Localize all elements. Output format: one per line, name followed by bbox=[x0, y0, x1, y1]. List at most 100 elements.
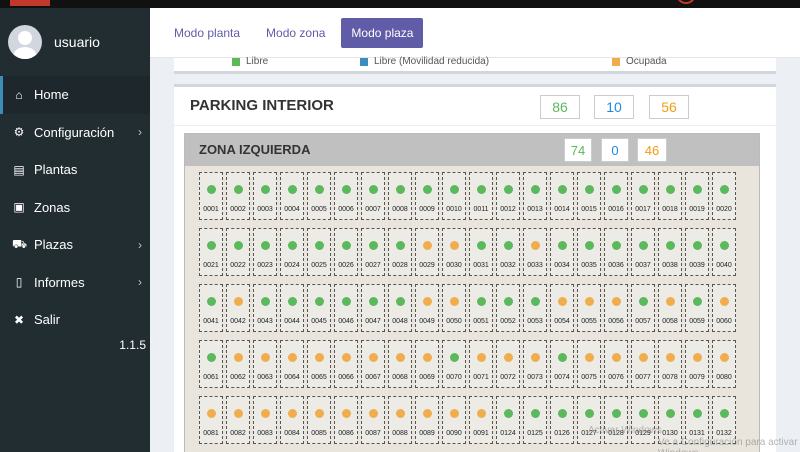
parking-spot[interactable]: 0081 bbox=[199, 396, 223, 444]
parking-spot[interactable]: 0079 bbox=[685, 340, 709, 388]
parking-spot[interactable]: 0059 bbox=[685, 284, 709, 332]
sidebar-item-salir[interactable]: ✖ Salir bbox=[0, 301, 150, 339]
parking-spot[interactable]: 0066 bbox=[334, 340, 358, 388]
parking-spot[interactable]: 0047 bbox=[361, 284, 385, 332]
parking-spot[interactable]: 0129 bbox=[631, 396, 655, 444]
parking-spot[interactable]: 0018 bbox=[658, 172, 682, 220]
parking-spot[interactable]: 0048 bbox=[388, 284, 412, 332]
parking-spot[interactable]: 0043 bbox=[253, 284, 277, 332]
parking-spot[interactable]: 0029 bbox=[415, 228, 439, 276]
parking-spot[interactable]: 0077 bbox=[631, 340, 655, 388]
parking-spot[interactable]: 0062 bbox=[226, 340, 250, 388]
parking-spot[interactable]: 0046 bbox=[334, 284, 358, 332]
parking-spot[interactable]: 0127 bbox=[577, 396, 601, 444]
parking-spot[interactable]: 0054 bbox=[550, 284, 574, 332]
parking-spot[interactable]: 0009 bbox=[415, 172, 439, 220]
parking-spot[interactable]: 0045 bbox=[307, 284, 331, 332]
parking-spot[interactable]: 0004 bbox=[280, 172, 304, 220]
parking-spot[interactable]: 0069 bbox=[415, 340, 439, 388]
parking-spot[interactable]: 0060 bbox=[712, 284, 736, 332]
parking-spot[interactable]: 0049 bbox=[415, 284, 439, 332]
sidebar-item-plantas[interactable]: ▤ Plantas bbox=[0, 151, 150, 189]
parking-spot[interactable]: 0002 bbox=[226, 172, 250, 220]
parking-spot[interactable]: 0037 bbox=[631, 228, 655, 276]
sidebar-item-zonas[interactable]: ▣ Zonas bbox=[0, 189, 150, 227]
parking-spot[interactable]: 0035 bbox=[577, 228, 601, 276]
parking-spot[interactable]: 0128 bbox=[604, 396, 628, 444]
parking-spot[interactable]: 0016 bbox=[604, 172, 628, 220]
parking-spot[interactable]: 0064 bbox=[280, 340, 304, 388]
parking-spot[interactable]: 0025 bbox=[307, 228, 331, 276]
parking-spot[interactable]: 0044 bbox=[280, 284, 304, 332]
parking-spot[interactable]: 0082 bbox=[226, 396, 250, 444]
parking-spot[interactable]: 0124 bbox=[496, 396, 520, 444]
parking-spot[interactable]: 0067 bbox=[361, 340, 385, 388]
tab-modo-planta[interactable]: Modo planta bbox=[164, 18, 250, 48]
parking-spot[interactable]: 0021 bbox=[199, 228, 223, 276]
parking-spot[interactable]: 0006 bbox=[334, 172, 358, 220]
sidebar-item-informes[interactable]: ▯ Informes › bbox=[0, 264, 150, 302]
parking-spot[interactable]: 0026 bbox=[334, 228, 358, 276]
parking-spot[interactable]: 0017 bbox=[631, 172, 655, 220]
parking-spot[interactable]: 0075 bbox=[577, 340, 601, 388]
parking-spot[interactable]: 0034 bbox=[550, 228, 574, 276]
parking-spot[interactable]: 0065 bbox=[307, 340, 331, 388]
sidebar-item-home[interactable]: ⌂ Home bbox=[0, 76, 150, 114]
parking-spot[interactable]: 0041 bbox=[199, 284, 223, 332]
parking-spot[interactable]: 0013 bbox=[523, 172, 547, 220]
parking-spot[interactable]: 0032 bbox=[496, 228, 520, 276]
parking-spot[interactable]: 0040 bbox=[712, 228, 736, 276]
parking-spot[interactable]: 0071 bbox=[469, 340, 493, 388]
parking-spot[interactable]: 0031 bbox=[469, 228, 493, 276]
tab-modo-zona[interactable]: Modo zona bbox=[256, 18, 335, 48]
parking-spot[interactable]: 0056 bbox=[604, 284, 628, 332]
parking-spot[interactable]: 0089 bbox=[415, 396, 439, 444]
parking-spot[interactable]: 0051 bbox=[469, 284, 493, 332]
parking-spot[interactable]: 0052 bbox=[496, 284, 520, 332]
parking-spot[interactable]: 0039 bbox=[685, 228, 709, 276]
parking-spot[interactable]: 0126 bbox=[550, 396, 574, 444]
parking-spot[interactable]: 0074 bbox=[550, 340, 574, 388]
parking-spot[interactable]: 0068 bbox=[388, 340, 412, 388]
parking-spot[interactable]: 0061 bbox=[199, 340, 223, 388]
parking-spot[interactable]: 0003 bbox=[253, 172, 277, 220]
parking-spot[interactable]: 0014 bbox=[550, 172, 574, 220]
parking-spot[interactable]: 0072 bbox=[496, 340, 520, 388]
parking-spot[interactable]: 0087 bbox=[361, 396, 385, 444]
parking-spot[interactable]: 0085 bbox=[307, 396, 331, 444]
parking-spot[interactable]: 0010 bbox=[442, 172, 466, 220]
parking-spot[interactable]: 0076 bbox=[604, 340, 628, 388]
parking-spot[interactable]: 0084 bbox=[280, 396, 304, 444]
parking-spot[interactable]: 0020 bbox=[712, 172, 736, 220]
parking-spot[interactable]: 0086 bbox=[334, 396, 358, 444]
parking-spot[interactable]: 0007 bbox=[361, 172, 385, 220]
parking-spot[interactable]: 0030 bbox=[442, 228, 466, 276]
parking-spot[interactable]: 0024 bbox=[280, 228, 304, 276]
parking-spot[interactable]: 0088 bbox=[388, 396, 412, 444]
parking-spot[interactable]: 0023 bbox=[253, 228, 277, 276]
parking-spot[interactable]: 0090 bbox=[442, 396, 466, 444]
parking-spot[interactable]: 0028 bbox=[388, 228, 412, 276]
parking-spot[interactable]: 0055 bbox=[577, 284, 601, 332]
parking-spot[interactable]: 0008 bbox=[388, 172, 412, 220]
parking-spot[interactable]: 0012 bbox=[496, 172, 520, 220]
parking-spot[interactable]: 0050 bbox=[442, 284, 466, 332]
parking-spot[interactable]: 0033 bbox=[523, 228, 547, 276]
parking-spot[interactable]: 0042 bbox=[226, 284, 250, 332]
user-menu-icon[interactable] bbox=[676, 0, 696, 4]
parking-spot[interactable]: 0057 bbox=[631, 284, 655, 332]
parking-spot[interactable]: 0036 bbox=[604, 228, 628, 276]
parking-spot[interactable]: 0125 bbox=[523, 396, 547, 444]
parking-spot[interactable]: 0063 bbox=[253, 340, 277, 388]
parking-spot[interactable]: 0083 bbox=[253, 396, 277, 444]
parking-spot[interactable]: 0019 bbox=[685, 172, 709, 220]
parking-spot[interactable]: 0053 bbox=[523, 284, 547, 332]
parking-spot[interactable]: 0027 bbox=[361, 228, 385, 276]
parking-spot[interactable]: 0005 bbox=[307, 172, 331, 220]
parking-spot[interactable]: 0091 bbox=[469, 396, 493, 444]
parking-spot[interactable]: 0080 bbox=[712, 340, 736, 388]
parking-spot[interactable]: 0038 bbox=[658, 228, 682, 276]
tab-modo-plaza[interactable]: Modo plaza bbox=[341, 17, 424, 48]
sidebar-item-configuraci-n[interactable]: ⚙ Configuración › bbox=[0, 114, 150, 152]
parking-spot[interactable]: 0022 bbox=[226, 228, 250, 276]
